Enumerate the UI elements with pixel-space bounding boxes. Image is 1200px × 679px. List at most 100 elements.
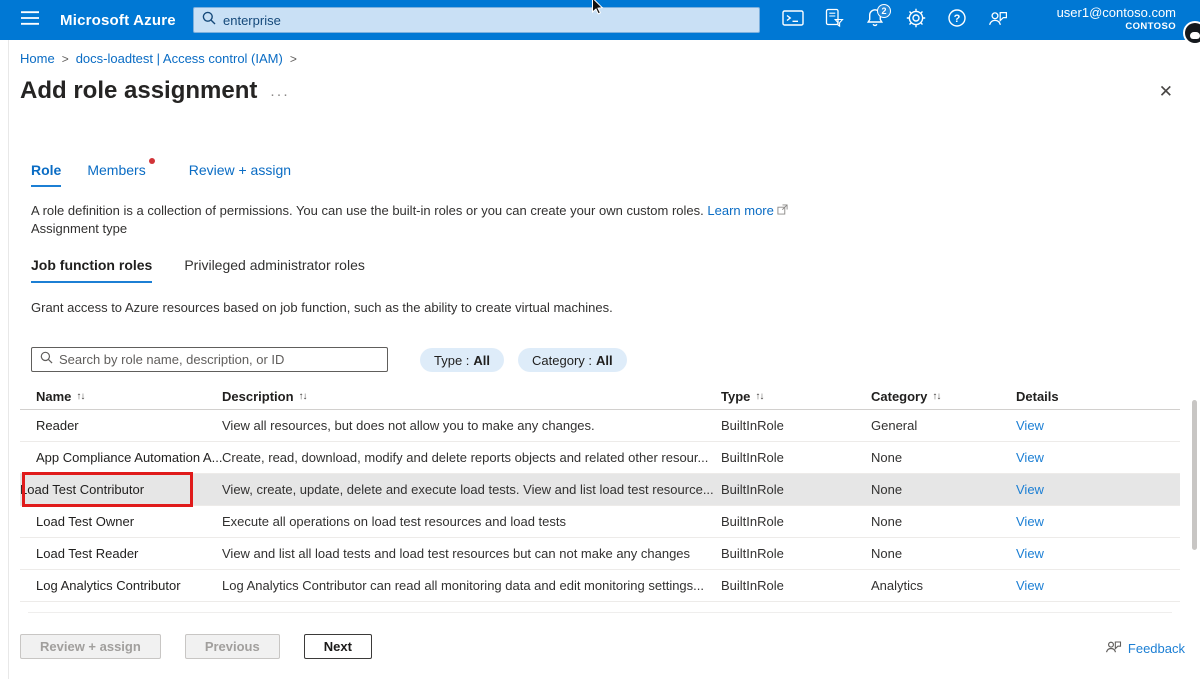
role-type: BuiltInRole <box>721 418 871 433</box>
column-header-description[interactable]: Description↑↓ <box>222 389 721 404</box>
sort-icon: ↑↓ <box>932 391 940 402</box>
external-link-icon <box>777 203 788 218</box>
review-assign-button[interactable]: Review + assign <box>20 634 161 659</box>
role-name: Load Test Contributor <box>20 482 222 497</box>
role-name: Load Test Reader <box>20 546 222 561</box>
role-name: Load Test Owner <box>20 514 222 529</box>
role-search-input[interactable] <box>59 352 379 367</box>
feedback-button[interactable] <box>986 0 1010 40</box>
breadcrumb-access-control[interactable]: docs-loadtest | Access control (IAM) <box>76 51 283 66</box>
previous-button[interactable]: Previous <box>185 634 280 659</box>
footer-actions: Review + assign Previous Next <box>20 634 372 659</box>
role-category: None <box>871 482 1016 497</box>
view-details-link[interactable]: View <box>1016 482 1044 497</box>
breadcrumb-home[interactable]: Home <box>20 51 55 66</box>
feedback-icon <box>1104 639 1123 657</box>
role-category: Analytics <box>871 578 1016 593</box>
role-category: None <box>871 546 1016 561</box>
view-details-link[interactable]: View <box>1016 578 1044 593</box>
role-description: Log Analytics Contributor can read all m… <box>222 578 721 593</box>
role-type: BuiltInRole <box>721 514 871 529</box>
role-description: View and list all load tests and load te… <box>222 546 721 561</box>
sort-icon: ↑↓ <box>299 391 307 402</box>
view-details-link[interactable]: View <box>1016 514 1044 529</box>
table-row[interactable]: Load Test Owner Execute all operations o… <box>20 506 1180 538</box>
column-header-type[interactable]: Type↑↓ <box>721 389 871 404</box>
subtab-job-function-roles[interactable]: Job function roles <box>31 257 152 283</box>
feedback-icon <box>987 9 1009 32</box>
sort-icon: ↑↓ <box>76 391 84 402</box>
assignment-type-label: Assignment type <box>31 221 127 236</box>
user-email: user1@contoso.com <box>1057 5 1176 21</box>
filter-type-value: All <box>473 353 490 368</box>
azure-brand[interactable]: Microsoft Azure <box>60 12 176 29</box>
role-name: App Compliance Automation A... <box>20 450 222 465</box>
topbar-toolbar: 2 ? <box>781 0 1010 40</box>
github-avatar[interactable] <box>1183 21 1200 45</box>
table-row[interactable]: App Compliance Automation A... Create, r… <box>20 442 1180 474</box>
help-button[interactable]: ? <box>945 0 969 40</box>
role-type-tabs: Job function roles Privileged administra… <box>31 257 365 283</box>
next-button[interactable]: Next <box>304 634 372 659</box>
user-tenant: CONTOSO <box>1057 21 1176 33</box>
close-button[interactable]: ✕ <box>1159 82 1173 102</box>
role-type: BuiltInRole <box>721 546 871 561</box>
view-details-link[interactable]: View <box>1016 418 1044 433</box>
feedback-link[interactable]: Feedback <box>1104 639 1185 657</box>
role-category: None <box>871 514 1016 529</box>
tab-role[interactable]: Role <box>31 162 61 187</box>
cloud-shell-button[interactable] <box>781 0 805 40</box>
column-header-details: Details <box>1016 389 1180 404</box>
intro-text: A role definition is a collection of per… <box>31 203 704 218</box>
view-details-link[interactable]: View <box>1016 546 1044 561</box>
learn-more-link[interactable]: Learn more <box>707 203 773 218</box>
gear-icon <box>906 8 926 33</box>
breadcrumb: Home > docs-loadtest | Access control (I… <box>20 51 297 66</box>
octocat-icon <box>1185 23 1200 43</box>
sort-icon: ↑↓ <box>755 391 763 402</box>
filter-pills: Type : All Category : All <box>420 348 627 372</box>
table-row[interactable]: Load Test Reader View and list all load … <box>20 538 1180 570</box>
role-search-box[interactable] <box>31 347 388 372</box>
directory-filter-button[interactable] <box>822 0 846 40</box>
subtab-privileged-admin-roles[interactable]: Privileged administrator roles <box>184 257 365 283</box>
tab-review-assign[interactable]: Review + assign <box>189 162 291 185</box>
cloud-shell-icon <box>782 9 804 32</box>
notifications-button[interactable]: 2 <box>863 0 887 40</box>
filter-type-pill[interactable]: Type : All <box>420 348 504 372</box>
hamburger-menu-button[interactable] <box>0 0 60 40</box>
filter-category-label: Category : <box>532 353 592 368</box>
members-alert-dot <box>149 158 155 164</box>
table-row[interactable]: Log Analytics Contributor Log Analytics … <box>20 570 1180 602</box>
blade-left-border <box>8 40 9 679</box>
table-row[interactable]: Reader View all resources, but does not … <box>20 410 1180 442</box>
help-icon: ? <box>947 8 967 33</box>
search-icon <box>202 11 223 30</box>
view-details-link[interactable]: View <box>1016 450 1044 465</box>
footer-divider <box>28 612 1172 613</box>
vertical-scrollbar[interactable] <box>1192 400 1197 550</box>
role-category: General <box>871 418 1016 433</box>
search-icon <box>40 351 59 369</box>
hamburger-icon <box>21 11 39 30</box>
column-header-category[interactable]: Category↑↓ <box>871 389 1016 404</box>
overflow-menu-button[interactable]: ··· <box>270 86 290 103</box>
role-description: Create, read, download, modify and delet… <box>222 450 721 465</box>
filter-category-pill[interactable]: Category : All <box>518 348 627 372</box>
global-search-input[interactable] <box>223 13 751 28</box>
notification-badge: 2 <box>877 4 891 18</box>
role-type: BuiltInRole <box>721 450 871 465</box>
roles-table: Name↑↓ Description↑↓ Type↑↓ Category↑↓ D… <box>20 383 1180 602</box>
role-description: View, create, update, delete and execute… <box>222 482 721 497</box>
role-type: BuiltInRole <box>721 482 871 497</box>
table-row-highlighted[interactable]: Load Test Contributor View, create, upda… <box>20 474 1180 506</box>
settings-button[interactable] <box>904 0 928 40</box>
tab-members[interactable]: Members <box>87 162 145 185</box>
role-type: BuiltInRole <box>721 578 871 593</box>
table-header-row: Name↑↓ Description↑↓ Type↑↓ Category↑↓ D… <box>20 383 1180 410</box>
page-title: Add role assignment <box>20 77 257 105</box>
column-header-name[interactable]: Name↑↓ <box>20 389 222 404</box>
global-search[interactable] <box>193 7 760 33</box>
account-menu[interactable]: user1@contoso.com CONTOSO <box>1057 5 1176 33</box>
directory-filter-icon <box>824 8 844 33</box>
